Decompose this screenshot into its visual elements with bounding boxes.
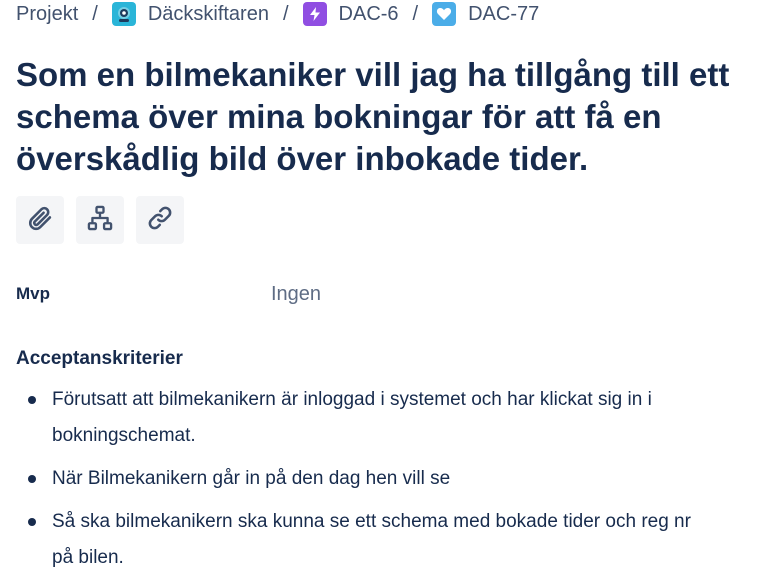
breadcrumb-label: DAC-6 bbox=[338, 2, 399, 25]
list-item: Så ska bilmekanikern ska kunna se ett sc… bbox=[16, 504, 716, 568]
breadcrumb-separator: / bbox=[282, 2, 289, 25]
epic-lightning-icon bbox=[302, 2, 327, 26]
link-icon bbox=[146, 204, 174, 237]
acceptance-list[interactable]: Förutsatt att bilmekanikern är inloggad … bbox=[16, 382, 716, 568]
bullet-icon bbox=[28, 396, 36, 404]
breadcrumb-projects[interactable]: Projekt bbox=[16, 3, 78, 26]
breadcrumb-project[interactable]: Däckskiftaren bbox=[111, 2, 269, 26]
attach-button[interactable] bbox=[16, 196, 64, 244]
list-item: Förutsatt att bilmekanikern är inloggad … bbox=[16, 382, 716, 454]
list-item: När Bilmekanikern går in på den dag hen … bbox=[16, 461, 716, 497]
child-issue-button[interactable] bbox=[76, 196, 124, 244]
breadcrumb-label: DAC-77 bbox=[468, 2, 540, 25]
breadcrumb-separator: / bbox=[412, 2, 419, 25]
breadcrumb-label: Däckskiftaren bbox=[147, 2, 269, 25]
list-item-text: Så ska bilmekanikern ska kunna se ett sc… bbox=[52, 511, 691, 568]
breadcrumb: Projekt / Däckskiftaren / DAC-6 / DAC-77 bbox=[16, 0, 539, 28]
issue-view: Projekt / Däckskiftaren / DAC-6 / DAC-77… bbox=[0, 0, 763, 568]
breadcrumb-separator: / bbox=[92, 2, 98, 25]
bullet-icon bbox=[28, 518, 36, 526]
hierarchy-icon bbox=[86, 204, 114, 237]
breadcrumb-epic[interactable]: DAC-6 bbox=[302, 2, 399, 26]
issue-toolbar bbox=[16, 196, 184, 244]
bullet-icon bbox=[28, 475, 36, 483]
field-value-mvp[interactable]: Ingen bbox=[271, 283, 321, 306]
breadcrumb-label: Projekt bbox=[16, 2, 79, 25]
acceptance-heading: Acceptanskriterier bbox=[16, 348, 183, 369]
project-avatar-icon bbox=[111, 2, 136, 26]
list-item-text: Förutsatt att bilmekanikern är inloggad … bbox=[52, 389, 652, 446]
issue-title[interactable]: Som en bilmekaniker vill jag ha tillgång… bbox=[16, 54, 751, 180]
field-label-mvp: Mvp bbox=[16, 284, 50, 303]
list-item-text: När Bilmekanikern går in på den dag hen … bbox=[52, 468, 451, 489]
breadcrumb-issue[interactable]: DAC-77 bbox=[432, 2, 539, 26]
link-issue-button[interactable] bbox=[136, 196, 184, 244]
story-heart-icon bbox=[432, 2, 457, 26]
paperclip-icon bbox=[26, 204, 54, 237]
